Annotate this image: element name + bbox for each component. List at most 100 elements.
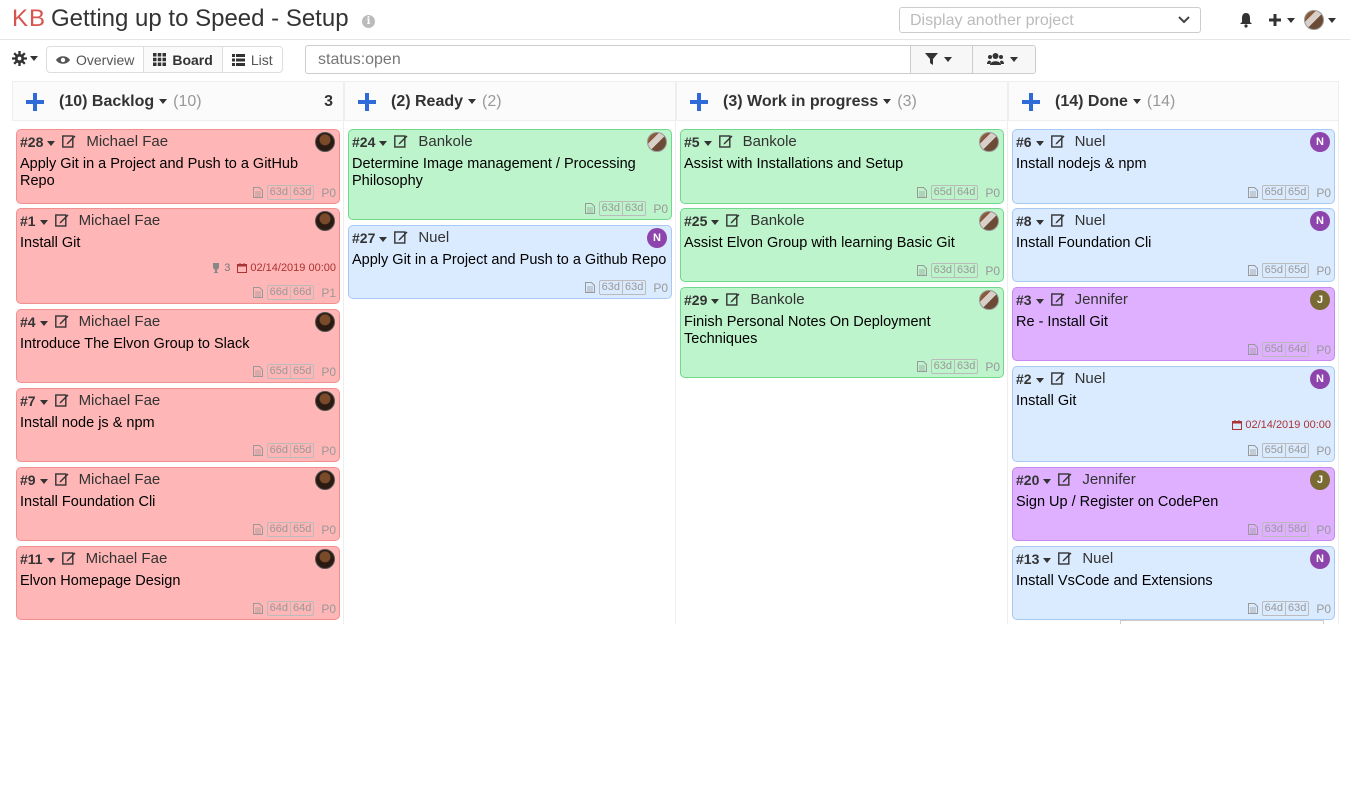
edit-icon[interactable]	[1050, 371, 1065, 385]
task-assignee[interactable]: Bankole	[750, 212, 804, 229]
task-card[interactable]: #4 Michael Fae Introduce The Elvon Group t…	[16, 309, 340, 383]
list-view-button[interactable]: List	[223, 47, 282, 72]
task-id-menu[interactable]: #28	[20, 134, 56, 150]
task-assignee[interactable]: Nuel	[1075, 212, 1106, 229]
task-card[interactable]: #6 Nuel N Install nodejs & npm 65d 65d P0	[1012, 129, 1335, 204]
edit-icon[interactable]	[726, 292, 740, 306]
search-input[interactable]: status:open	[318, 51, 401, 69]
task-title[interactable]: Install Git	[20, 235, 335, 252]
task-id-menu[interactable]: #24	[352, 134, 388, 150]
project-switcher-select[interactable]: Display another project	[899, 7, 1201, 33]
edit-icon[interactable]	[61, 551, 76, 565]
task-title[interactable]: Finish Personal Notes On Deployment Tech…	[684, 314, 999, 348]
add-task-plus-icon[interactable]	[25, 92, 45, 112]
edit-icon[interactable]	[394, 230, 408, 244]
task-title[interactable]: Sign Up / Register on CodePen	[1016, 494, 1330, 511]
task-id-menu[interactable]: #4	[20, 314, 48, 330]
task-assignee[interactable]: Bankole	[750, 291, 804, 308]
task-title[interactable]: Install node js & npm	[20, 415, 335, 432]
task-assignee[interactable]: Jennifer	[1075, 291, 1128, 308]
task-assignee[interactable]: Jennifer	[1082, 471, 1135, 488]
bell-icon[interactable]	[1238, 12, 1254, 28]
edit-icon[interactable]	[1050, 292, 1065, 306]
task-id-menu[interactable]: #2	[1016, 371, 1044, 387]
task-card[interactable]: #29 Bankole Finish Personal Notes On Deplo…	[680, 287, 1004, 378]
edit-icon[interactable]	[718, 134, 733, 148]
add-task-plus-icon[interactable]	[1021, 92, 1041, 112]
edit-icon[interactable]	[1050, 213, 1065, 227]
task-assignee[interactable]: Michael Fae	[79, 313, 161, 330]
add-task-plus-icon[interactable]	[357, 92, 377, 112]
task-title[interactable]: Assist with Installations and Setup	[684, 156, 999, 173]
filter-menu-button[interactable]	[910, 46, 972, 73]
edit-icon[interactable]	[62, 134, 76, 148]
app-logo[interactable]: KB	[12, 5, 46, 33]
task-card[interactable]: #28 Michael Fae Apply Git in a Project and…	[16, 129, 340, 204]
edit-icon[interactable]	[54, 472, 69, 486]
create-menu-button[interactable]	[1266, 9, 1300, 31]
edit-icon[interactable]	[1058, 551, 1072, 565]
column-title[interactable]: (3) Work in progress (3)	[723, 93, 917, 111]
project-actions-menu[interactable]	[12, 50, 40, 68]
task-id-menu[interactable]: #11	[20, 551, 55, 567]
task-assignee[interactable]: Michael Fae	[79, 392, 161, 409]
task-title[interactable]: Install Foundation Cli	[1016, 235, 1330, 252]
column-title[interactable]: (14) Done (14)	[1055, 93, 1175, 111]
task-assignee[interactable]: Bankole	[418, 133, 472, 150]
task-title[interactable]: Install nodejs & npm	[1016, 156, 1330, 173]
task-title[interactable]: Elvon Homepage Design	[20, 573, 335, 590]
task-card[interactable]: #9 Michael Fae Install Foundation Cli 66d 65…	[16, 467, 340, 541]
task-card[interactable]: #1 Michael Fae Install Git 3 02/14/2019 00:0…	[16, 208, 340, 304]
task-card[interactable]: #20 Jennifer J Sign Up / Register on CodePe…	[1012, 467, 1335, 541]
task-assignee[interactable]: Michael Fae	[79, 471, 161, 488]
task-card[interactable]: #3 Jennifer J Re - Install Git 65d 64d P0	[1012, 287, 1335, 361]
edit-icon[interactable]	[54, 314, 69, 328]
info-icon[interactable]: i	[362, 15, 375, 28]
task-id-menu[interactable]: #6	[1016, 134, 1044, 150]
task-card[interactable]: #24 Bankole Determine Image management / P…	[348, 129, 672, 220]
task-card[interactable]: #11 Michael Fae Elvon Homepage Design 64d 64…	[16, 546, 340, 620]
task-id-menu[interactable]: #9	[20, 472, 48, 488]
task-id-menu[interactable]: #8	[1016, 213, 1044, 229]
task-id-menu[interactable]: #3	[1016, 292, 1044, 308]
task-assignee[interactable]: Nuel	[1082, 550, 1113, 567]
task-title[interactable]: Apply Git in a Project and Push to a Git…	[352, 252, 667, 269]
task-card[interactable]: #5 Bankole Assist with Installations and S…	[680, 129, 1004, 204]
task-assignee[interactable]: Michael Fae	[86, 550, 168, 567]
task-id-menu[interactable]: #27	[352, 230, 388, 246]
task-id-menu[interactable]: #1	[20, 213, 48, 229]
overview-view-button[interactable]: Overview	[47, 47, 145, 72]
edit-icon[interactable]	[54, 393, 69, 407]
edit-icon[interactable]	[54, 213, 69, 227]
task-card[interactable]: #2 Nuel N Install Git 02/14/2019 00:00 65d 64d…	[1012, 366, 1335, 462]
user-menu-button[interactable]	[1304, 9, 1344, 31]
task-assignee[interactable]: Nuel	[1075, 370, 1106, 387]
task-card[interactable]: #27 Nuel N Apply Git in a Project and Push …	[348, 225, 672, 299]
task-title[interactable]: Install VsCode and Extensions	[1016, 573, 1330, 590]
task-id-menu[interactable]: #7	[20, 393, 48, 409]
edit-icon[interactable]	[726, 213, 740, 227]
task-id-menu[interactable]: #20	[1016, 472, 1052, 488]
task-assignee[interactable]: Nuel	[1075, 133, 1106, 150]
task-card[interactable]: #7 Michael Fae Install node js & npm 66d 65d…	[16, 388, 340, 462]
task-assignee[interactable]: Michael Fae	[79, 212, 161, 229]
task-title[interactable]: Re - Install Git	[1016, 314, 1330, 331]
task-title[interactable]: Install Git	[1016, 393, 1330, 410]
board-view-button[interactable]: Board	[144, 47, 223, 72]
edit-icon[interactable]	[394, 134, 408, 148]
task-card[interactable]: #13 Nuel N Install VsCode and Extensions 64d…	[1012, 546, 1335, 620]
task-title[interactable]: Install Foundation Cli	[20, 494, 335, 511]
task-id-menu[interactable]: #13	[1016, 551, 1052, 567]
task-title[interactable]: Introduce The Elvon Group to Slack	[20, 336, 335, 353]
column-title[interactable]: (10) Backlog (10)	[59, 93, 202, 111]
add-task-plus-icon[interactable]	[689, 92, 709, 112]
task-title[interactable]: Determine Image management / Processing …	[352, 156, 667, 190]
task-assignee[interactable]: Michael Fae	[86, 133, 168, 150]
task-id-menu[interactable]: #5	[684, 134, 712, 150]
task-id-menu[interactable]: #25	[684, 213, 720, 229]
edit-icon[interactable]	[1050, 134, 1065, 148]
task-assignee[interactable]: Nuel	[418, 229, 449, 246]
task-card[interactable]: #8 Nuel N Install Foundation Cli 65d 65d P0	[1012, 208, 1335, 282]
horizontal-scrollbar[interactable]	[1120, 620, 1324, 624]
task-assignee[interactable]: Bankole	[743, 133, 797, 150]
